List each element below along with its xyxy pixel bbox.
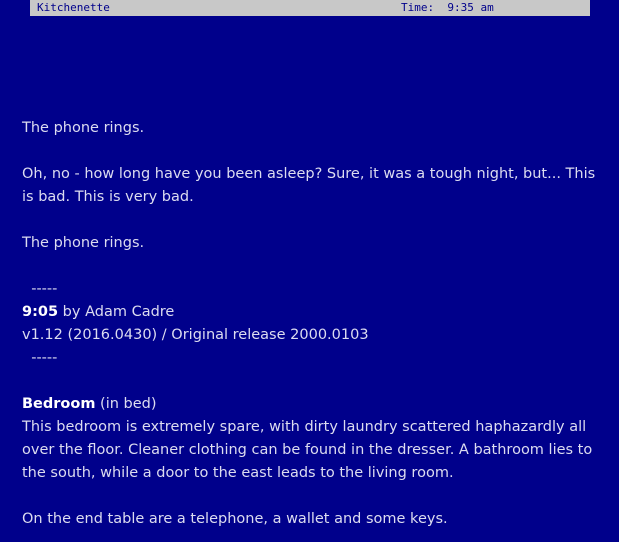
status-bar: Kitchenette Time: 9:35 am: [30, 0, 590, 16]
status-time-label: Time:: [401, 1, 435, 14]
separator-bottom: -----: [22, 350, 58, 366]
title-line: 9:05 by Adam Cadre: [22, 301, 602, 324]
end-table-line: On the end table are a telephone, a wall…: [22, 511, 448, 527]
room-heading: Bedroom (in bed): [22, 393, 602, 416]
story-line: The phone rings.: [22, 235, 145, 251]
status-time-value: 9:35 am: [447, 1, 494, 14]
story-line: Oh, no - how long have you been asleep? …: [22, 166, 596, 205]
game-byline: by Adam Cadre: [58, 304, 175, 320]
story-transcript: The phone rings. Oh, no - how long have …: [22, 117, 602, 531]
room-description: This bedroom is extremely spare, with di…: [22, 419, 593, 481]
game-title: 9:05: [22, 304, 59, 320]
separator-top: -----: [22, 281, 58, 297]
room-state: (in bed): [95, 396, 157, 412]
status-time: Time: 9:35 am: [401, 0, 494, 16]
story-line: The phone rings.: [22, 120, 145, 136]
room-name: Bedroom: [22, 396, 96, 412]
version-line: v1.12 (2016.0430) / Original release 200…: [22, 327, 369, 343]
status-location: Kitchenette: [37, 1, 110, 14]
